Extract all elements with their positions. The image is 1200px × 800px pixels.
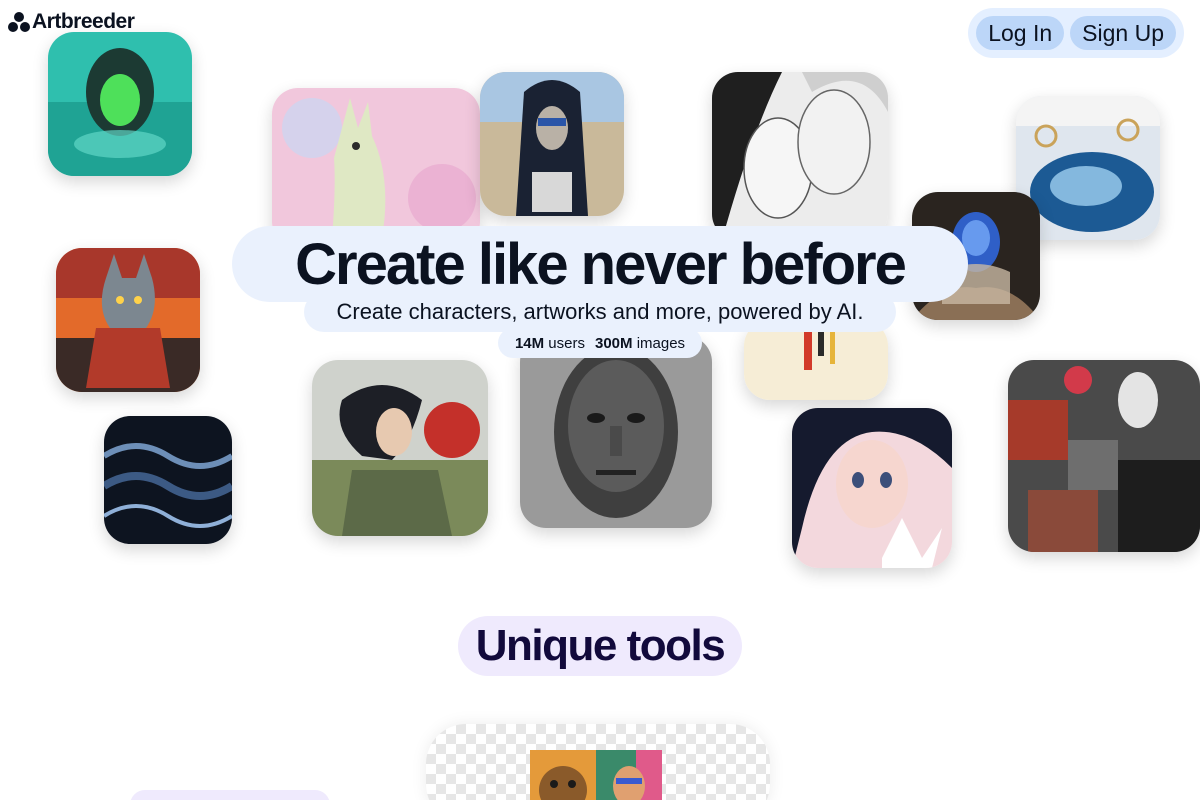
hero-subtitle: Create characters, artworks and more, po…: [304, 292, 896, 332]
gallery-image-woman-in-green-water[interactable]: [48, 32, 192, 176]
gallery-image-anime-girl-with-lotus[interactable]: [792, 408, 952, 568]
signup-button[interactable]: Sign Up: [1070, 16, 1176, 50]
logo[interactable]: Artbreeder: [8, 10, 135, 34]
gallery-image-pastel-llama[interactable]: [272, 88, 480, 248]
tool-thumb-portrait: [596, 750, 662, 800]
logo-text: Artbreeder: [32, 10, 135, 33]
section-title-unique-tools: Unique tools: [458, 616, 742, 676]
gallery-image-sketched-faces[interactable]: [712, 72, 888, 240]
gallery-image-dark-waves[interactable]: [104, 416, 232, 544]
gallery-image-collage-woman[interactable]: [1008, 360, 1200, 552]
auth-buttons: Log In Sign Up: [968, 8, 1184, 58]
gallery-image-cat-warrior[interactable]: [56, 248, 200, 392]
gallery-image-woman-in-wind[interactable]: [312, 360, 488, 536]
gallery-image-masked-figure[interactable]: [480, 72, 624, 216]
page: Artbreeder Log In Sign Up Create like ne…: [0, 0, 1200, 800]
gallery-image-dripping-paint[interactable]: [744, 320, 888, 400]
logo-icon: [8, 12, 30, 32]
next-section-pill: [130, 790, 330, 800]
tool-card[interactable]: [426, 724, 770, 800]
hero-title: Create like never before: [232, 226, 968, 302]
login-button[interactable]: Log In: [976, 16, 1065, 50]
gallery-image-stone-face[interactable]: [520, 336, 712, 528]
stats-badge: 14M users 300M images: [498, 328, 702, 358]
stat-users: 14M users: [514, 334, 585, 352]
tool-thumb-bear: [530, 750, 596, 800]
stat-images: 300M images: [594, 334, 686, 352]
